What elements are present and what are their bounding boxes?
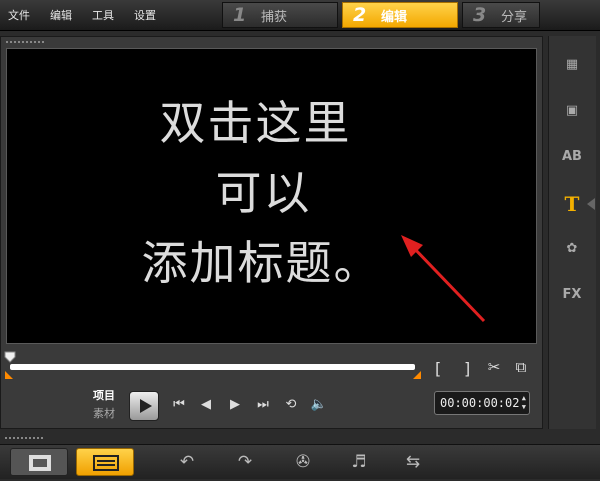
tab-share-label: 分享 bbox=[501, 9, 528, 25]
timecode-field[interactable]: 00:00:00:02 ▲ ▼ bbox=[434, 391, 530, 415]
timeline-view-button[interactable] bbox=[76, 448, 134, 476]
annotation-arrow bbox=[401, 235, 486, 323]
tab-edit[interactable]: 2 编辑 bbox=[342, 2, 458, 28]
next-frame-icon[interactable]: ▶ bbox=[226, 396, 244, 414]
timecode-value: 00:00:00:02 bbox=[440, 396, 520, 410]
preview-window[interactable]: 双击这里 可以 添加标题。 bbox=[6, 48, 537, 344]
storyboard-view-button[interactable] bbox=[10, 448, 68, 476]
mode-project[interactable]: 项目 bbox=[93, 387, 115, 403]
bottom-grip[interactable] bbox=[4, 436, 44, 440]
go-to-start-icon[interactable]: ⏮ bbox=[170, 396, 188, 414]
menu-bar: 文件 编辑 工具 设置 bbox=[0, 0, 168, 30]
active-tool-pointer bbox=[587, 198, 595, 210]
record-capture-icon[interactable]: ✇ bbox=[290, 452, 316, 472]
scrub-bar[interactable] bbox=[10, 364, 415, 370]
mark-in-button[interactable]: [ bbox=[435, 359, 441, 378]
playhead-handle[interactable] bbox=[4, 351, 16, 363]
text-tool-icon[interactable]: AB bbox=[558, 144, 586, 170]
timeline-icon bbox=[93, 455, 119, 471]
preview-panel: 双击这里 可以 添加标题。 [ ] ✂ ⧉ 项目 素材 ⏮ ◀ ▶ ⏭ ⟲ 🔈 … bbox=[0, 36, 543, 429]
filmstrip-icon bbox=[29, 455, 51, 471]
redo-icon[interactable]: ↷ bbox=[232, 452, 258, 472]
library-toolbar: ▦ ▣ AB T ✿ FX bbox=[548, 36, 596, 429]
title-tool-icon[interactable]: T bbox=[558, 191, 586, 217]
step-tabs: 1 捕获 2 编辑 3 分享 bbox=[222, 2, 544, 28]
auto-music-icon[interactable]: ⇆ bbox=[400, 452, 426, 472]
tab-edit-label: 编辑 bbox=[381, 9, 408, 25]
top-bar: 文件 编辑 工具 设置 1 捕获 2 编辑 3 分享 bbox=[0, 0, 600, 31]
volume-icon[interactable]: 🔈 bbox=[310, 396, 328, 414]
graphics-icon[interactable]: ✿ bbox=[558, 236, 586, 262]
undo-icon[interactable]: ↶ bbox=[174, 452, 200, 472]
tab-capture-number: 1 bbox=[233, 4, 247, 26]
media-library-icon[interactable]: ▦ bbox=[558, 52, 586, 78]
bottom-toolbar: ↶ ↷ ✇ ♬ ⇆ bbox=[0, 444, 600, 479]
filter-icon[interactable]: FX bbox=[558, 282, 586, 308]
enlarge-icon[interactable]: ⧉ bbox=[512, 358, 530, 376]
repeat-icon[interactable]: ⟲ bbox=[282, 396, 300, 414]
menu-file[interactable]: 文件 bbox=[8, 7, 30, 23]
mark-out-button[interactable]: ] bbox=[464, 359, 470, 378]
tab-share[interactable]: 3 分享 bbox=[462, 2, 540, 28]
trim-start-marker[interactable] bbox=[5, 371, 13, 379]
mode-clip[interactable]: 素材 bbox=[93, 405, 115, 421]
panel-grip[interactable] bbox=[5, 40, 45, 44]
timecode-spinner-icon[interactable]: ▲ ▼ bbox=[522, 394, 526, 412]
tab-capture-label: 捕获 bbox=[261, 9, 288, 25]
scissors-icon[interactable]: ✂ bbox=[485, 358, 503, 376]
tab-capture[interactable]: 1 捕获 bbox=[222, 2, 338, 28]
menu-tools[interactable]: 工具 bbox=[92, 7, 114, 23]
play-button[interactable] bbox=[129, 391, 159, 421]
trim-end-marker[interactable] bbox=[413, 371, 421, 379]
tab-share-number: 3 bbox=[473, 4, 487, 26]
audio-mix-icon[interactable]: ♬ bbox=[346, 452, 372, 472]
transition-icon[interactable]: ▣ bbox=[558, 98, 586, 124]
go-to-end-icon[interactable]: ⏭ bbox=[254, 396, 272, 414]
menu-edit[interactable]: 编辑 bbox=[50, 7, 72, 23]
tab-edit-number: 2 bbox=[353, 4, 367, 26]
previous-frame-icon[interactable]: ◀ bbox=[197, 396, 215, 414]
menu-settings[interactable]: 设置 bbox=[134, 7, 156, 23]
